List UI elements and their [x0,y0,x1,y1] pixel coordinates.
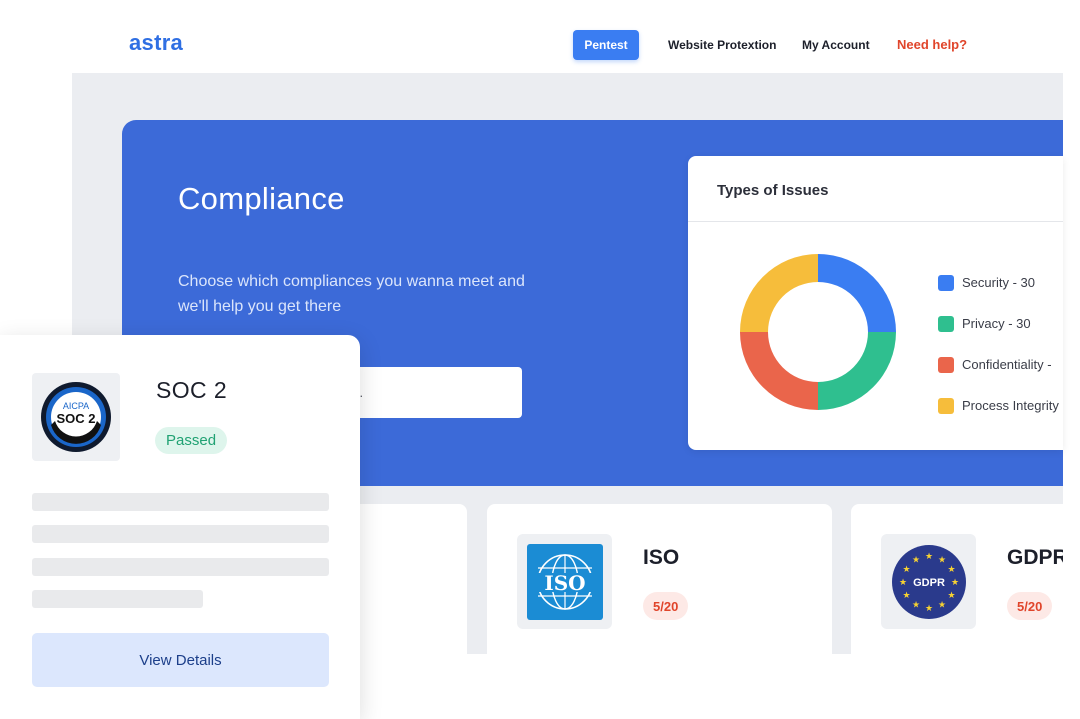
legend-swatch [938,315,954,332]
iso-logo: ISO [517,534,612,629]
iso-globe-icon: ISO [526,543,603,620]
eu-star-icon: ★ [902,565,910,575]
legend-item-security: Security - 30 [938,262,1063,303]
issues-donut-chart [740,254,896,410]
eu-star-icon: ★ [911,600,919,610]
aicpa-seal-icon: AICPA SOC 2 [41,382,111,452]
hero-description: Choose which compliances you wanna meet … [178,273,525,315]
donut-slice-process-integrity [740,254,818,332]
donut-slice-security [818,254,896,332]
nav-need-help-link[interactable]: Need help? [897,37,967,52]
soc2-logo: AICPA SOC 2 [32,373,120,461]
legend-label: Confidentiality - [962,357,1052,372]
legend-label: Process Integrity [962,398,1059,413]
skeleton-line [32,525,329,543]
donut-slice-privacy [818,332,896,410]
soc2-logo-text: SOC 2 [56,411,95,426]
eu-star-icon: ★ [947,565,955,575]
compliance-card-gdpr[interactable]: ★ ★ ★ ★ ★ ★ ★ ★ ★ ★ ★ ★ GDPR GDPR 5/20 [851,504,1063,654]
issues-title: Types of Issues [717,182,829,199]
card-title: ISO [643,546,680,569]
eu-stars-icon: ★ ★★★★★★★★★★★ GDPR [891,544,966,619]
skeleton-line [32,590,203,608]
view-details-button[interactable]: View Details [32,633,329,687]
legend-label: Privacy - 30 [962,316,1031,331]
legend-swatch [938,356,954,373]
legend-swatch [938,274,954,291]
gdpr-logo-text: GDPR [913,577,945,589]
gdpr-logo: ★ ★ ★ ★ ★ ★ ★ ★ ★ ★ ★ ★ GDPR [881,534,976,629]
types-of-issues-card: Types of Issues Security - 30 Privacy - … [688,156,1063,450]
skeleton-line [32,493,329,511]
eu-star-icon: ★ [924,552,932,562]
issues-legend: Security - 30 Privacy - 30 Confidentiali… [938,262,1063,426]
issues-divider [688,221,1063,222]
card-score-badge: 5/20 [643,592,689,620]
iso-logo-text: ISO [544,571,585,595]
legend-swatch [938,397,954,414]
nav-website-protection-link[interactable]: Website Protextion [668,38,776,52]
eu-star-icon: ★ [911,555,919,565]
eu-star-icon: ★ [947,591,955,601]
astra-logo[interactable]: astra [129,30,183,56]
eu-star-icon: ★ [924,604,932,614]
eu-star-icon: ★ [937,555,945,565]
eu-star-icon: ★ [937,600,945,610]
status-badge: Passed [155,427,228,454]
compliance-search-input[interactable]: ces... [332,367,522,418]
soc2-title: SOC 2 [156,377,228,403]
legend-item-process-integrity: Process Integrity [938,385,1063,426]
compliance-card-iso[interactable]: ISO ISO 5/20 [487,504,832,654]
skeleton-line [32,558,329,576]
eu-star-icon: ★ [898,578,906,588]
donut-slice-confidentiality [740,332,818,410]
aicpa-text: AICPA [63,401,89,411]
nav-pentest-button[interactable]: Pentest [573,30,639,60]
page-title: Compliance [178,181,345,216]
legend-item-privacy: Privacy - 30 [938,303,1063,344]
soc2-card: AICPA SOC 2 SOC 2 Passed View Details [0,335,360,719]
eu-star-icon: ★ [902,591,910,601]
nav-my-account-link[interactable]: My Account [802,38,870,52]
eu-star-icon: ★ [950,578,958,588]
card-title: GDPR [1007,546,1063,569]
legend-item-confidentiality: Confidentiality - [938,344,1063,385]
card-score-badge: 5/20 [1007,592,1053,620]
legend-label: Security - 30 [962,275,1035,290]
